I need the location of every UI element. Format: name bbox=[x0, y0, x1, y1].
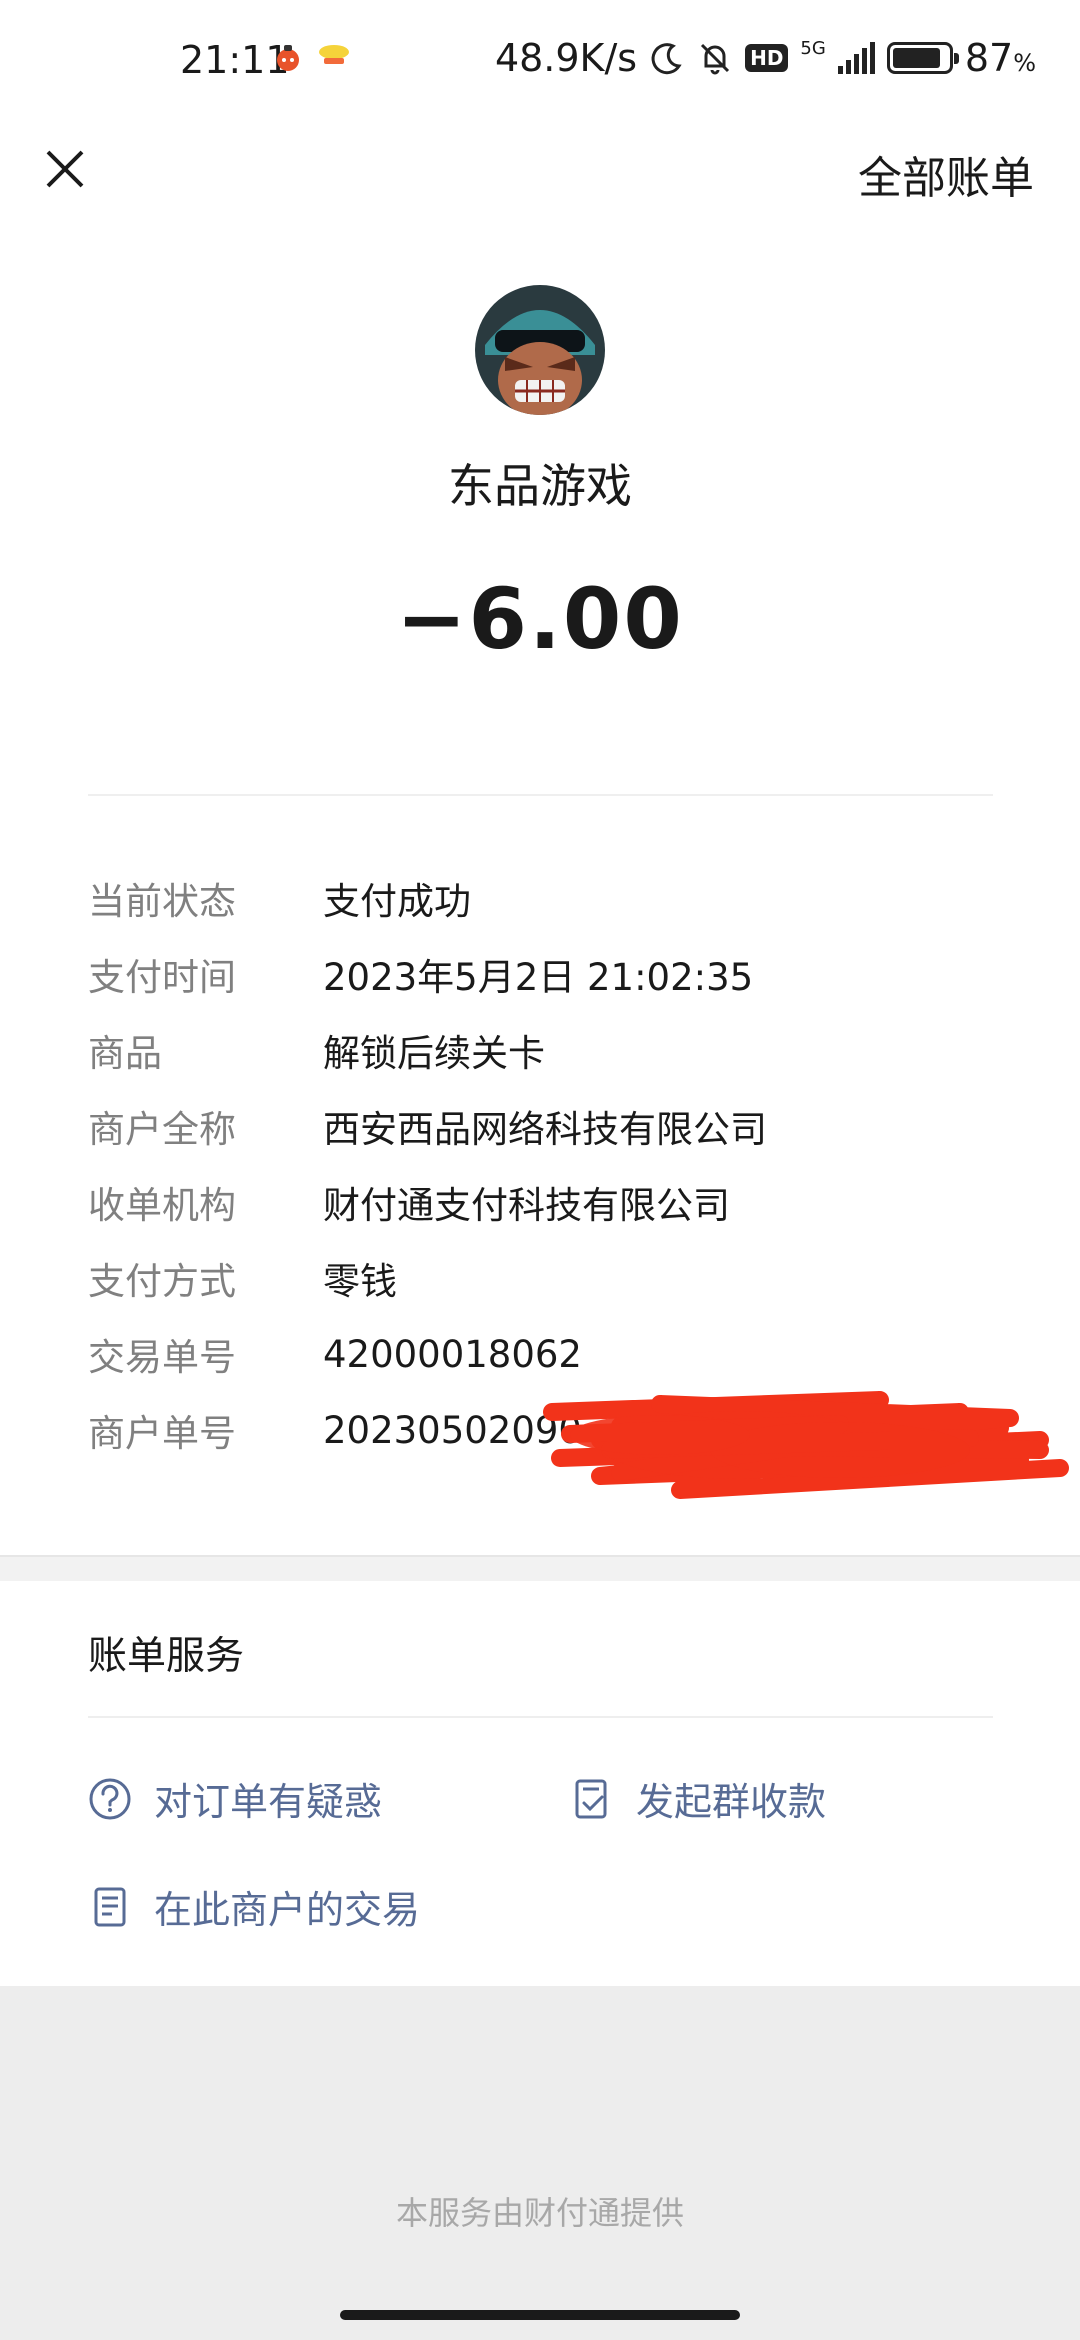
document-list-icon bbox=[88, 1885, 132, 1929]
detail-label: 当前状态 bbox=[88, 880, 236, 923]
divider bbox=[88, 794, 993, 796]
battery-percent: 87% bbox=[964, 36, 1036, 80]
merchant-transactions-button[interactable]: 在此商户的交易 bbox=[88, 1879, 420, 1934]
detail-row-status: 当前状态 支付成功 bbox=[88, 860, 993, 936]
detail-value: 西安西品网络科技有限公司 bbox=[323, 1108, 767, 1151]
detail-label: 收单机构 bbox=[88, 1184, 236, 1227]
order-question-label: 对订单有疑惑 bbox=[154, 1780, 383, 1824]
app-notification-icon-2 bbox=[319, 45, 349, 64]
battery-icon bbox=[886, 42, 959, 74]
group-collect-button[interactable]: 发起群收款 bbox=[570, 1771, 826, 1826]
nav-bar: 全部账单 bbox=[0, 120, 1080, 220]
moon-icon bbox=[651, 43, 682, 75]
service-title: 账单服务 bbox=[88, 1634, 245, 1679]
detail-label: 商品 bbox=[88, 1032, 162, 1075]
bill-service-card: 账单服务 对订单有疑惑 发起群收款 在此商户的交易 bbox=[0, 1581, 1080, 1986]
transaction-amount: −6.00 bbox=[396, 570, 684, 668]
footer-note: 本服务由财付通提供 bbox=[395, 2194, 684, 2232]
battery-level bbox=[892, 48, 940, 68]
merchant-name: 东品游戏 bbox=[448, 459, 632, 513]
divider bbox=[88, 1716, 993, 1718]
section-gap bbox=[0, 1555, 1080, 1581]
question-circle-icon bbox=[88, 1777, 132, 1821]
detail-value: 零钱 bbox=[323, 1260, 397, 1303]
network-type: 5G bbox=[800, 37, 826, 59]
status-bar: 21:11 48.9K/s HD 5G 87% bbox=[0, 0, 1080, 120]
signal-icon bbox=[837, 42, 875, 74]
game-character-avatar-icon bbox=[475, 285, 605, 415]
merchant-transactions-label: 在此商户的交易 bbox=[154, 1888, 421, 1932]
merchant-avatar bbox=[475, 285, 605, 415]
detail-value: 2023年5月2日 21:02:35 bbox=[323, 956, 754, 999]
status-indicators: 48.9K/s HD 5G 87% bbox=[495, 36, 1036, 80]
detail-row-acquirer: 收单机构 财付通支付科技有限公司 bbox=[88, 1164, 993, 1240]
group-collect-label: 发起群收款 bbox=[636, 1780, 827, 1824]
detail-label: 支付时间 bbox=[88, 956, 236, 999]
detail-label: 商户单号 bbox=[88, 1412, 236, 1455]
detail-value: 支付成功 bbox=[323, 880, 471, 923]
detail-label: 支付方式 bbox=[88, 1260, 236, 1303]
home-indicator[interactable] bbox=[340, 2310, 740, 2320]
close-icon bbox=[46, 150, 84, 188]
group-collect-icon bbox=[570, 1777, 614, 1821]
mute-bell-icon bbox=[701, 43, 730, 75]
redaction-scribble bbox=[543, 1391, 1069, 1499]
detail-row-merchant-full-name: 商户全称 西安西品网络科技有限公司 bbox=[88, 1088, 993, 1164]
detail-value: 财付通支付科技有限公司 bbox=[323, 1184, 730, 1227]
transaction-card: 东品游戏 −6.00 当前状态 支付成功 支付时间 2023年5月2日 21:0… bbox=[0, 220, 1080, 1555]
detail-row-time: 支付时间 2023年5月2日 21:02:35 bbox=[88, 936, 993, 1012]
close-button[interactable] bbox=[30, 134, 100, 204]
app-notification-icon bbox=[277, 45, 299, 71]
detail-value: 解锁后续关卡 bbox=[323, 1032, 545, 1075]
hd-badge: HD bbox=[745, 44, 789, 72]
net-speed: 48.9K/s bbox=[494, 36, 638, 80]
detail-label: 商户全称 bbox=[88, 1108, 236, 1151]
detail-row-product: 商品 解锁后续关卡 bbox=[88, 1012, 993, 1088]
all-bills-link[interactable]: 全部账单 bbox=[858, 142, 1034, 206]
detail-label: 交易单号 bbox=[88, 1336, 236, 1379]
order-question-button[interactable]: 对订单有疑惑 bbox=[88, 1771, 382, 1826]
